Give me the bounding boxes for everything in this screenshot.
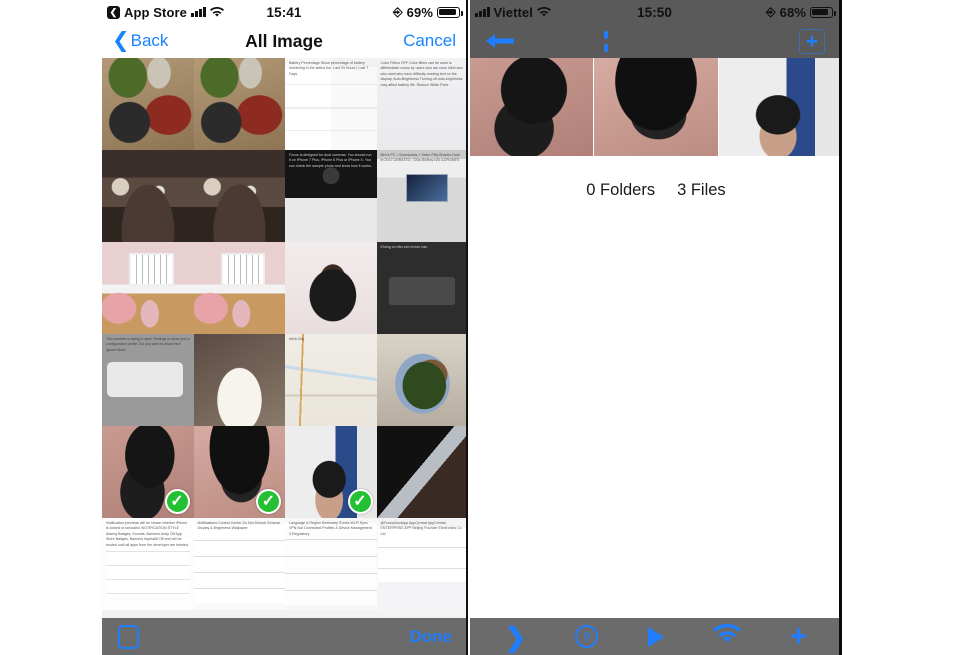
plus-boxed-icon: + <box>805 29 819 53</box>
thumbnail-caption: Battery Percentage Show percentage of ba… <box>289 61 369 76</box>
photo-night-street-a[interactable] <box>102 150 194 242</box>
thumbnail-caption: Color Filters OFF Color filters can be u… <box>380 61 463 87</box>
thumbnail-art <box>470 58 594 156</box>
screenshot-map-ho-chi-minh[interactable]: Minh City <box>285 334 377 426</box>
left-phone-screen: ❮ App Store 15:41 ⎆ 69% ❮ Back All Image… <box>102 0 468 655</box>
right-phone-screen: Viettel 15:50 ⎆ 68% + 0 Folders 3 Files … <box>470 0 842 655</box>
battery-icon <box>810 6 836 18</box>
photo-pink-cafe-a[interactable] <box>102 242 194 334</box>
left-status-bar: ❮ App Store 15:41 ⎆ 69% <box>102 0 466 24</box>
photo-helmet-on-mat[interactable]: ✓ <box>102 426 194 518</box>
checkmark-circle-icon[interactable]: ✓ <box>164 489 190 514</box>
wifi-icon <box>712 623 741 650</box>
file-summary: 0 Folders 3 Files <box>470 181 839 200</box>
thumbnail-caption: This website is trying to open Settings … <box>106 337 190 352</box>
photo-street-food-a[interactable] <box>102 58 194 150</box>
thumbnail-art <box>285 242 377 334</box>
thumbnail-caption: Ben's PC > Downloads > Video Fifty.Shade… <box>380 153 460 163</box>
right-status-bar: Viettel 15:50 ⎆ 68% <box>470 0 839 24</box>
chevron-right-icon: ❯ <box>504 621 527 652</box>
photo-helmet-closeup[interactable]: ✓ <box>193 426 285 518</box>
photo-chocolate-cake[interactable] <box>285 242 377 334</box>
folder-count: 0 Folders <box>586 181 656 199</box>
photo-selfie-with-helmet[interactable]: ✓ <box>285 426 377 518</box>
thumbnail-caption: @FoundAnotApp AppCentral AppCentral ENTE… <box>380 521 462 536</box>
thumb-helmet-on-mat[interactable] <box>470 58 595 156</box>
thumbnail-art <box>193 334 285 426</box>
screenshot-stage: ❮ App Store 15:41 ⎆ 69% ❮ Back All Image… <box>0 0 960 655</box>
add-button[interactable]: + <box>798 28 825 54</box>
thumbnail-art <box>193 242 285 334</box>
magnifier-circle-icon: ⚲ <box>575 625 599 648</box>
back-arrow-button[interactable] <box>484 31 516 51</box>
add-button[interactable]: + <box>789 620 808 653</box>
square-outline-icon[interactable] <box>118 624 139 649</box>
checkmark-circle-icon[interactable]: ✓ <box>347 489 373 514</box>
thumbnail-caption: Notification previews will be shown whet… <box>106 521 189 547</box>
photo-pink-cafe-b[interactable] <box>193 242 285 334</box>
thumb-selfie-with-helmet[interactable] <box>718 58 839 156</box>
play-button[interactable] <box>647 626 664 647</box>
rotation-lock-icon: ⎆ <box>392 5 403 19</box>
thumbnail-art <box>102 242 194 334</box>
status-bar-right-group: ⎆ 69% <box>392 4 463 20</box>
checkmark-circle-icon[interactable]: ✓ <box>256 489 281 514</box>
thumbnail-caption: Không có bản xem trước nào <box>380 245 428 249</box>
left-nav-bar: ❮ Back All Image Cancel <box>102 24 466 58</box>
page-title: All Image <box>245 30 323 51</box>
status-bar-right-group: ⎆ 68% <box>765 4 836 20</box>
thumbnail-art <box>376 334 466 426</box>
plus-icon: + <box>789 620 808 653</box>
left-bottom-toolbar: Done <box>102 618 466 655</box>
thumbnail-art <box>718 58 839 156</box>
photo-mango-bowl[interactable] <box>193 334 285 426</box>
right-top-toolbar: + <box>470 24 839 58</box>
photo-grid: Battery Percentage Show percentage of ba… <box>102 58 466 618</box>
battery-percent-label: 68% <box>779 4 806 20</box>
thumbnail-art <box>193 58 285 150</box>
search-button[interactable]: ⚲ <box>575 625 599 648</box>
split-panes-icon-bottom <box>603 43 608 52</box>
photo-night-street-b[interactable] <box>193 150 285 242</box>
thumbnail-strip <box>470 58 839 156</box>
screenshot-battery-settings[interactable]: Battery Percentage Show percentage of ba… <box>285 58 377 150</box>
screenshot-focos-app[interactable]: Focos is designed for dual cameras. You … <box>285 150 377 242</box>
battery-percent-label: 69% <box>406 4 433 20</box>
screenshot-device-management[interactable]: @FoundAnotApp AppCentral AppCentral ENTE… <box>376 518 466 610</box>
photo-veggie-bowl[interactable] <box>376 334 466 426</box>
thumbnail-art <box>594 58 718 156</box>
screenshot-notification-style[interactable]: Notification previews will be shown whet… <box>102 518 194 610</box>
thumb-helmet-closeup[interactable] <box>594 58 719 156</box>
screenshot-profile-alert[interactable]: This website is trying to open Settings … <box>102 334 194 426</box>
thumbnail-art <box>376 426 466 518</box>
battery-icon <box>437 6 463 18</box>
done-button[interactable]: Done <box>410 627 453 647</box>
photo-knife-on-table[interactable] <box>376 426 466 518</box>
screenshot-general-list[interactable]: Language & Region Dictionary iTunes Wi-F… <box>285 518 377 610</box>
rotation-lock-icon: ⎆ <box>765 5 776 19</box>
wifi-button[interactable] <box>712 623 741 650</box>
file-count: 3 Files <box>677 181 726 199</box>
right-bottom-toolbar: ❯ ⚲ + <box>470 618 839 655</box>
split-view-button[interactable] <box>594 30 618 52</box>
thumbnail-caption: Language & Region Dictionary iTunes Wi-F… <box>289 521 372 536</box>
screenshot-settings-list[interactable]: Notifications Control Center Do Not Dist… <box>193 518 285 610</box>
thumbnail-caption: Focos is designed for dual cameras. You … <box>289 153 372 168</box>
list-view-button[interactable] <box>695 33 721 50</box>
transfer-button[interactable]: ❯ <box>505 624 527 650</box>
thumbnail-art <box>193 150 285 242</box>
screenshot-file-explorer[interactable]: Ben's PC > Downloads > Video Fifty.Shade… <box>376 150 466 242</box>
right-content-area: 0 Folders 3 Files <box>470 58 839 618</box>
screenshot-no-preview[interactable]: Không có bản xem trước nào <box>376 242 466 334</box>
photo-street-food-b[interactable] <box>193 58 285 150</box>
thumbnail-caption: Minh City <box>289 337 304 341</box>
thumbnail-caption: Notifications Control Center Do Not Dist… <box>197 521 280 531</box>
split-panes-icon-top <box>603 30 608 39</box>
thumbnail-art <box>102 150 194 242</box>
thumbnail-art <box>102 58 194 150</box>
play-triangle-icon <box>647 626 664 647</box>
screenshot-display-accessibility[interactable]: Color Filters OFF Color filters can be u… <box>376 58 466 150</box>
